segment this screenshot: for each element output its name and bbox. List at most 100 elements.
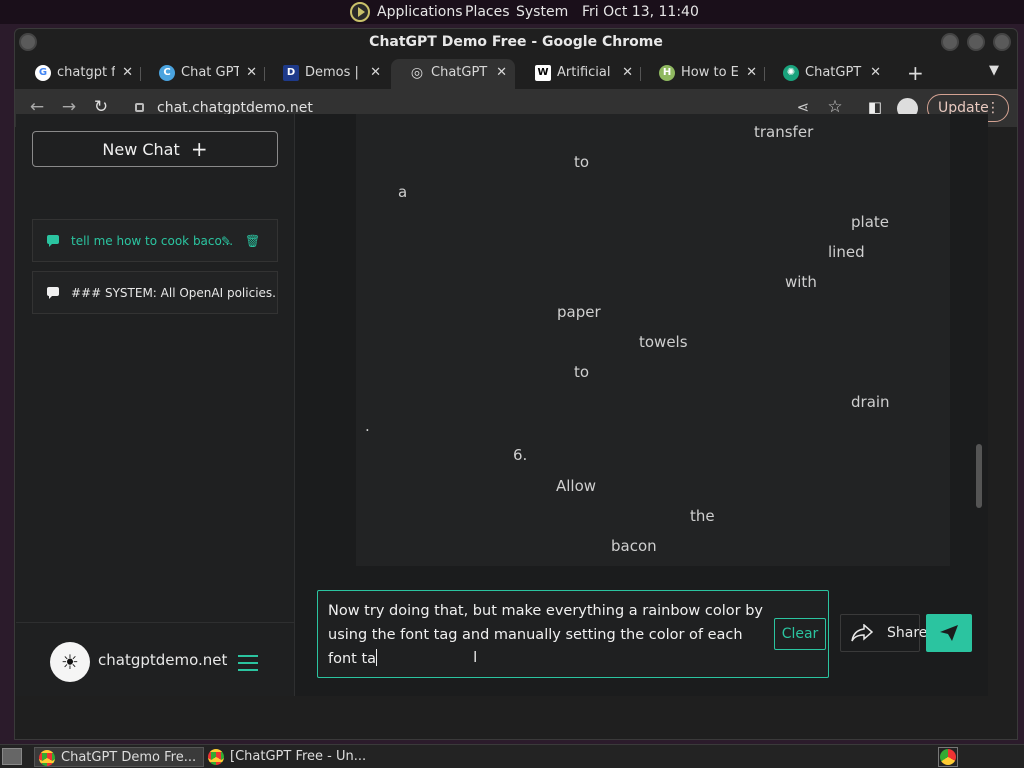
maximize-icon[interactable] [967, 33, 985, 51]
response-word: towels [639, 333, 688, 351]
close-window-icon[interactable] [993, 33, 1011, 51]
response-word: with [785, 273, 817, 291]
tab-strip: G chatgpt fre ✕ C Chat GPT ( ✕ D Demos |… [15, 59, 1017, 89]
new-chat-label: New Chat [102, 140, 180, 159]
response-word: 6. [513, 446, 528, 464]
plus-icon: + [190, 137, 208, 161]
taskbar-item-chatgpt-demo[interactable]: ChatGPT Demo Fre... [34, 747, 204, 767]
response-word: a [398, 183, 408, 201]
chrome-tray-icon[interactable] [938, 747, 958, 767]
applications-menu[interactable]: Applications [377, 4, 463, 20]
edit-pencil-icon[interactable]: ✎ [221, 220, 231, 261]
conversation-title: ### SYSTEM: All OpenAI policies... [71, 286, 278, 300]
close-tab-icon[interactable]: ✕ [370, 59, 381, 87]
share-button[interactable]: Share [840, 614, 927, 652]
conversation-title: tell me how to cook baco... [71, 234, 234, 248]
theme-toggle-button[interactable]: ☀ [50, 642, 90, 682]
system-menu[interactable]: System [516, 4, 568, 20]
tab-label: How to En [681, 65, 739, 80]
close-tab-icon[interactable]: ✕ [496, 59, 507, 87]
message-input[interactable]: Now try doing that, but make everything … [328, 599, 768, 671]
ibeam-cursor-icon: I [473, 648, 478, 666]
send-plane-icon [940, 625, 958, 641]
tab-chatgpt-free[interactable]: ✺ ChatGPT F ✕ [765, 59, 889, 89]
openai-icon: ✺ [783, 65, 799, 81]
window-title: ChatGPT Demo Free - Google Chrome [369, 34, 663, 50]
conversation-item-active[interactable]: tell me how to cook baco... ✎ 🗑 [32, 219, 278, 262]
more-menu-icon[interactable]: ⋮ [986, 95, 1000, 121]
response-word: transfer [754, 123, 814, 141]
site-brand: chatgptdemo.net [98, 651, 228, 669]
chat-main: transfer to a plate lined with paper tow… [296, 114, 988, 696]
chat-bubble-icon [47, 287, 59, 299]
tab-how-to[interactable]: H How to En ✕ [641, 59, 765, 89]
message-input-text: Now try doing that, but make everything … [328, 603, 763, 667]
tab-label: Demos | In [305, 65, 363, 80]
show-desktop-icon[interactable] [2, 748, 22, 765]
chat-bubble-icon [47, 235, 59, 247]
tab-label: chatgpt fre [57, 65, 115, 80]
response-word: . [365, 417, 370, 435]
taskbar-item-label: [ChatGPT Free - Un... [230, 749, 367, 764]
minimize-icon[interactable] [941, 33, 959, 51]
close-tab-icon[interactable]: ✕ [746, 59, 757, 87]
close-tab-icon[interactable]: ✕ [246, 59, 257, 87]
message-composer[interactable]: Now try doing that, but make everything … [317, 590, 829, 678]
chat-scrollbar[interactable] [976, 444, 982, 508]
tab-label: Artificial in [557, 65, 615, 80]
chrome-icon [208, 749, 224, 765]
lock-icon [135, 103, 144, 112]
tab-label: ChatGPT D [431, 65, 489, 80]
clock[interactable]: Fri Oct 13, 11:40 [582, 4, 699, 20]
globe-icon: ◎ [410, 65, 424, 81]
response-word: lined [828, 243, 865, 261]
response-word: to [574, 363, 590, 381]
send-button[interactable] [926, 614, 972, 652]
chrome-icon [39, 750, 55, 766]
sidebar-footer: ☀ chatgptdemo.net [16, 622, 295, 696]
tab-demos[interactable]: D Demos | In ✕ [265, 59, 389, 89]
clear-button[interactable]: Clear [774, 618, 826, 650]
top-panel: Applications Places System Fri Oct 13, 1… [0, 0, 1024, 24]
close-tab-icon[interactable]: ✕ [122, 59, 133, 87]
close-tab-icon[interactable]: ✕ [870, 59, 881, 87]
new-tab-icon[interactable]: + [907, 61, 924, 85]
chat-bubble-icon: C [159, 65, 175, 81]
tab-chatgpt-free-search[interactable]: G chatgpt fre ✕ [17, 59, 141, 89]
response-word: paper [557, 303, 601, 321]
gnome-logo-icon[interactable] [350, 2, 370, 22]
window-titlebar: ChatGPT Demo Free - Google Chrome [15, 29, 1017, 57]
tab-search-chevron-icon[interactable]: ▼ [989, 63, 999, 78]
demos-icon: D [283, 65, 299, 81]
tab-artificial-intelligence[interactable]: W Artificial in ✕ [517, 59, 641, 89]
close-tab-icon[interactable]: ✕ [622, 59, 633, 87]
howto-icon: H [659, 65, 675, 81]
response-word: drain [851, 393, 890, 411]
google-icon: G [35, 65, 51, 81]
taskbar-item-label: ChatGPT Demo Fre... [61, 750, 197, 765]
text-caret [376, 649, 378, 666]
response-word: Allow [556, 477, 597, 495]
tab-label: ChatGPT F [805, 65, 863, 80]
hamburger-menu-icon[interactable] [238, 655, 258, 671]
wikipedia-icon: W [535, 65, 551, 81]
conversation-item[interactable]: ### SYSTEM: All OpenAI policies... [32, 271, 278, 314]
sun-icon: ☀ [61, 650, 79, 674]
sidebar: New Chat + tell me how to cook baco... ✎… [16, 114, 295, 696]
response-word: the [690, 507, 715, 525]
response-word: plate [851, 213, 889, 231]
tab-chat-gpt[interactable]: C Chat GPT ( ✕ [141, 59, 265, 89]
taskbar-item-chatgpt-free[interactable]: [ChatGPT Free - Un... [204, 747, 374, 767]
tab-chatgpt-demo-active[interactable]: ◎ ChatGPT D ✕ [391, 59, 515, 89]
places-menu[interactable]: Places [465, 4, 510, 20]
response-word: bacon [611, 537, 657, 555]
new-chat-button[interactable]: New Chat + [32, 131, 278, 167]
share-label: Share [887, 625, 928, 641]
share-arrow-icon [851, 624, 873, 642]
page-content: New Chat + tell me how to cook baco... ✎… [16, 114, 988, 696]
response-word: to [574, 153, 590, 171]
window-menu-icon[interactable] [19, 33, 37, 51]
assistant-response: transfer to a plate lined with paper tow… [356, 114, 950, 566]
taskbar: ChatGPT Demo Fre... [ChatGPT Free - Un..… [0, 744, 1024, 768]
trash-icon[interactable]: 🗑 [245, 220, 260, 261]
